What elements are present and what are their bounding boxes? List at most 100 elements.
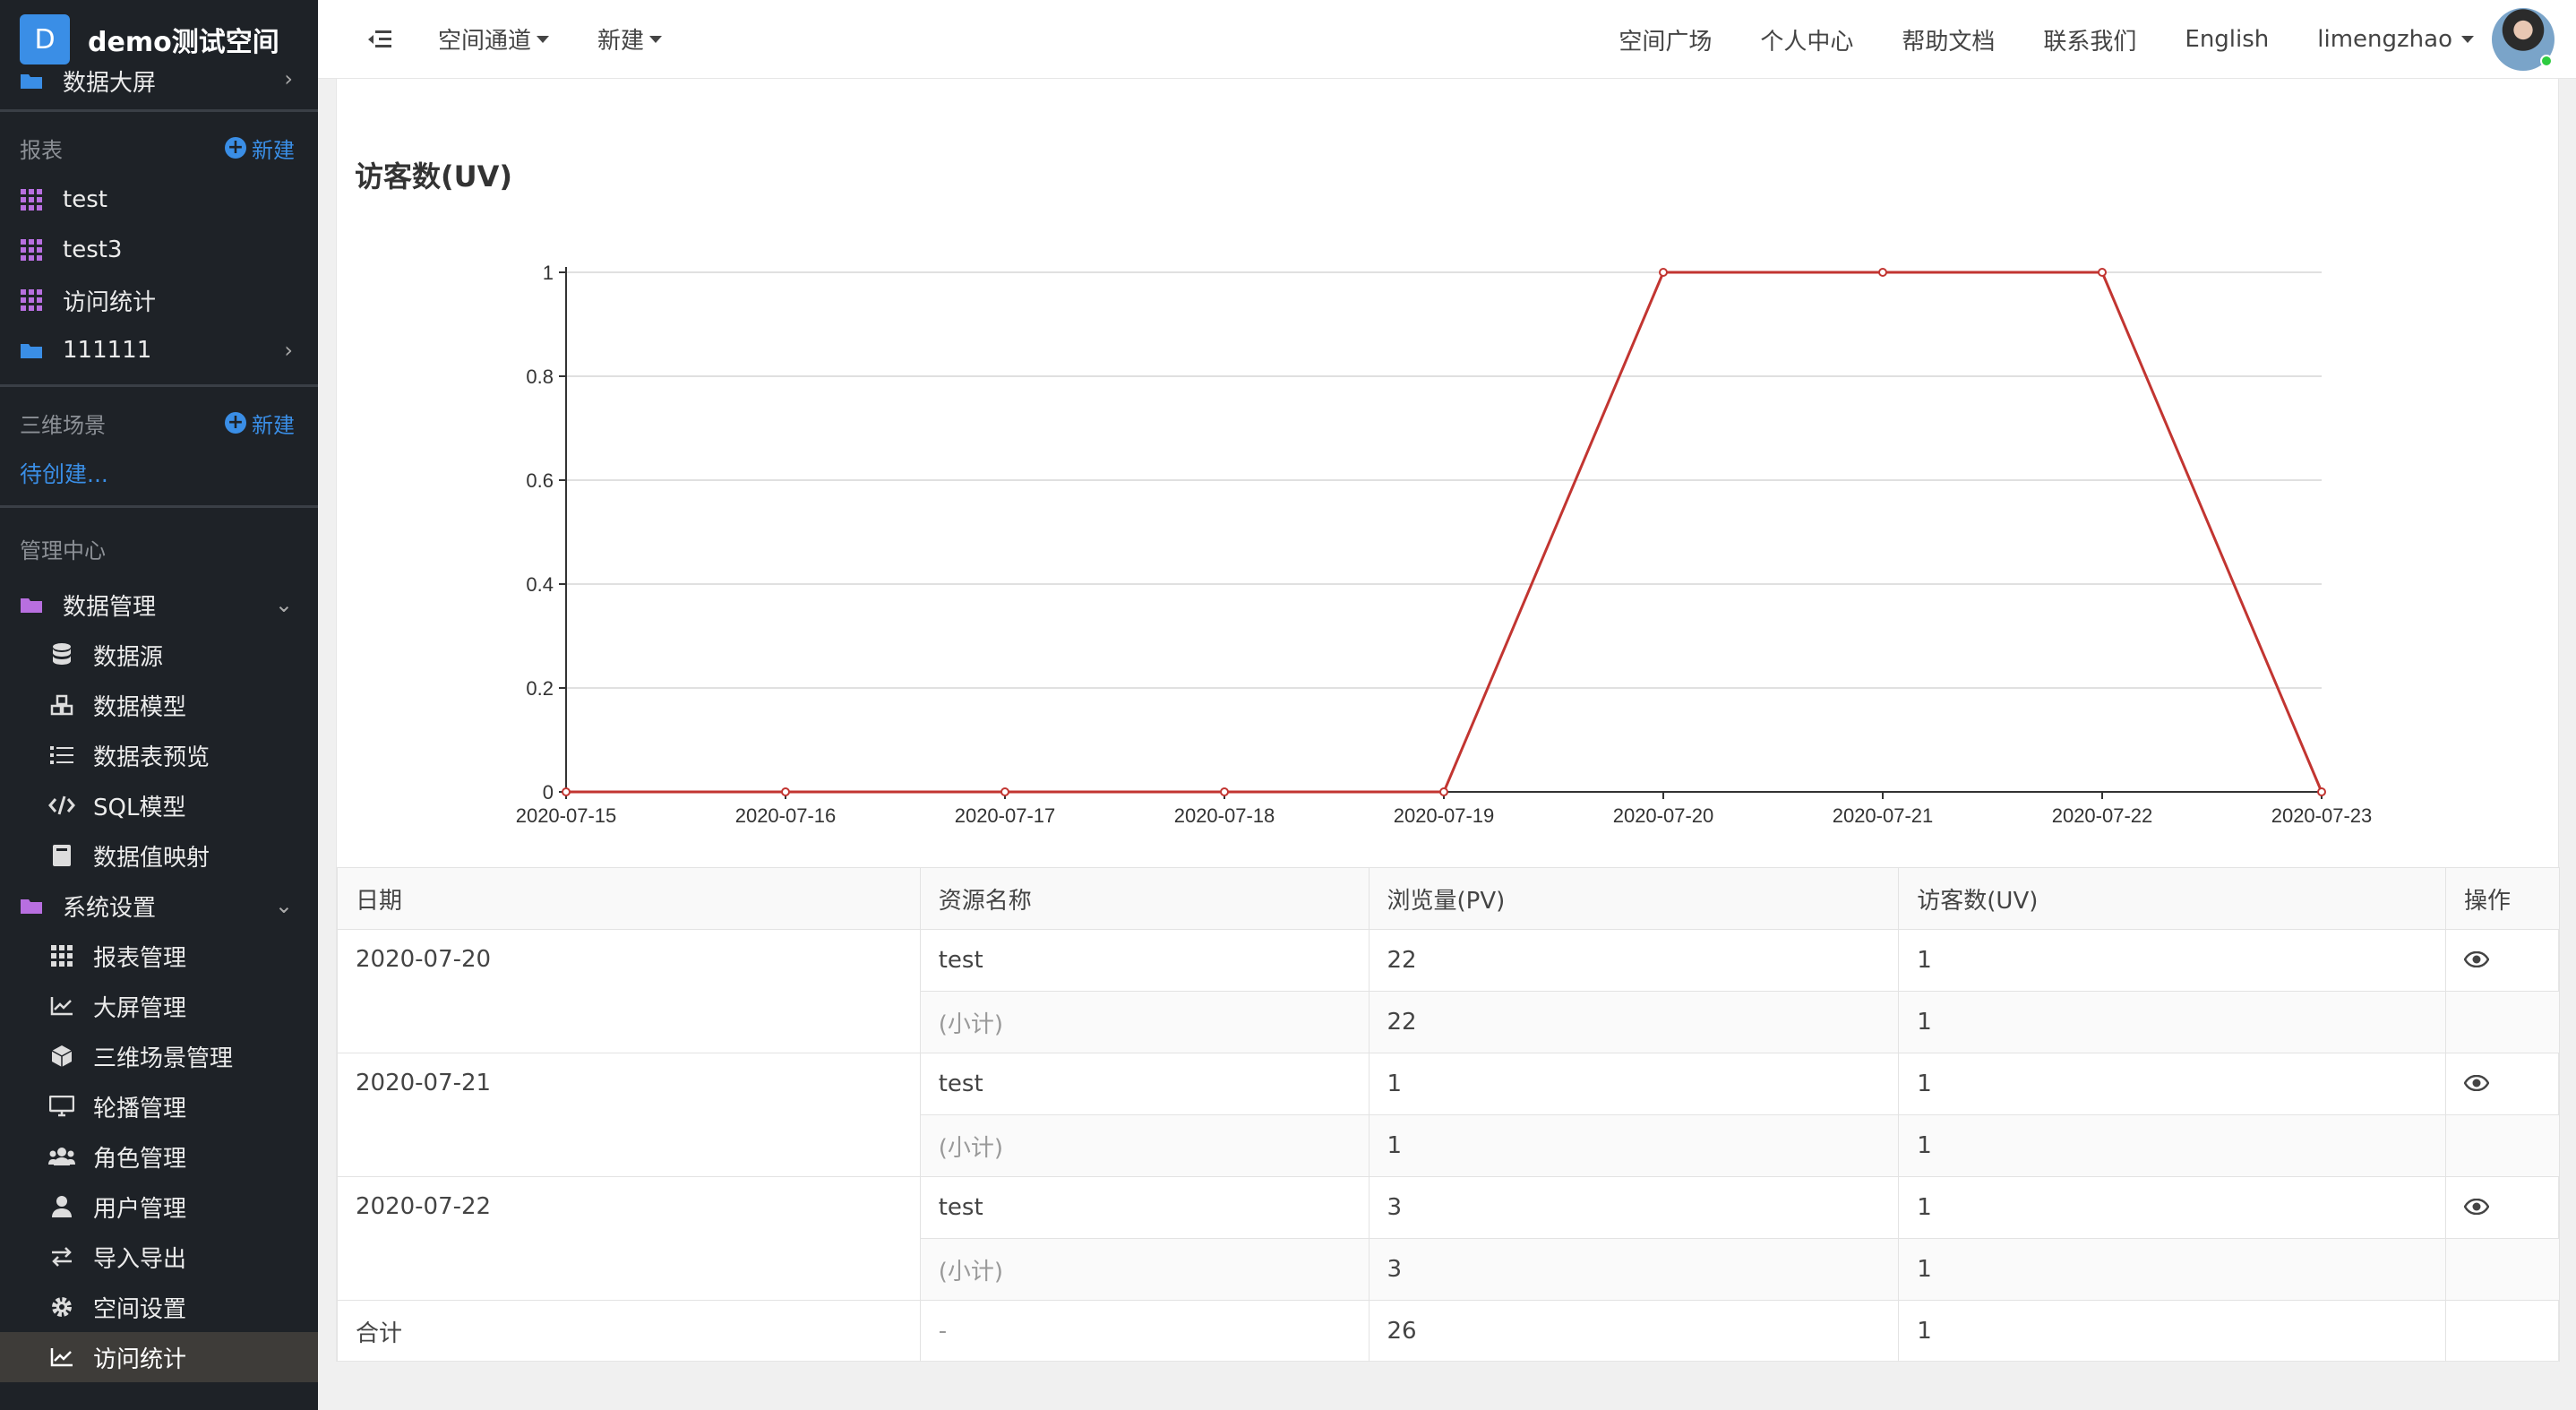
cell-pv: 3	[1368, 1176, 1900, 1239]
sidebar-item-screen-management[interactable]: 大屏管理	[0, 981, 318, 1031]
cell-uv: 1	[1898, 1053, 2446, 1115]
cell-actions	[2445, 991, 2560, 1053]
sidebar-item-value-mapping[interactable]: 数据值映射	[0, 830, 318, 881]
cell-actions	[2445, 1238, 2560, 1301]
cell-actions	[2445, 1176, 2560, 1239]
x-tick-label: 2020-07-23	[2271, 804, 2373, 827]
eye-icon[interactable]	[2463, 1194, 2490, 1216]
sidebar-group-data-management[interactable]: 数据管理 ⌄	[0, 580, 318, 630]
visit-stats-table: 日期 资源名称 浏览量(PV) 访客数(UV) 操作 2020-07-20 te…	[337, 867, 2560, 1363]
sidebar-item-label: 数据源	[93, 643, 164, 671]
data-point	[2317, 787, 2326, 796]
sidebar-item-visit-stats[interactable]: 访问统计	[0, 1332, 318, 1382]
eye-icon[interactable]	[2463, 1070, 2490, 1092]
sidebar-item-report-test3[interactable]: test3	[0, 225, 318, 275]
scene-pending-link[interactable]: 待创建...	[0, 450, 318, 496]
sidebar-item-label: 轮播管理	[93, 1095, 187, 1122]
sidebar-item-scene-management[interactable]: 三维场景管理	[0, 1031, 318, 1081]
chart-title: 访客数(UV)	[355, 159, 513, 193]
sidebar-item-sql-model[interactable]: SQL模型	[0, 780, 318, 830]
grid-icon	[18, 236, 45, 263]
sidebar-item-import-export[interactable]: 导入导出	[0, 1232, 318, 1282]
column-header-date[interactable]: 日期	[337, 867, 921, 930]
sidebar-item-label: 导入导出	[93, 1245, 187, 1273]
cube-icon	[48, 1043, 75, 1070]
data-point	[1878, 268, 1887, 277]
sidebar-item-carousel-management[interactable]: 轮播管理	[0, 1081, 318, 1131]
column-header-pv[interactable]: 浏览量(PV)	[1368, 867, 1900, 930]
y-tick-label: 0.6	[526, 469, 554, 492]
nav-language-english[interactable]: English	[2185, 26, 2269, 53]
sidebar-item-user-management[interactable]: 用户管理	[0, 1182, 318, 1232]
brand-name: demo测试空间	[88, 27, 279, 58]
sidebar-item-label: 数据表预览	[93, 744, 210, 771]
cell-uv: 1	[1898, 1300, 2446, 1363]
nav-personal-center[interactable]: 个人中心	[1760, 23, 1853, 56]
sidebar-item-table-preview[interactable]: 数据表预览	[0, 730, 318, 780]
new-scene-button[interactable]: + 新建	[225, 408, 295, 439]
plus-circle-icon: +	[225, 412, 246, 434]
avatar[interactable]	[2492, 8, 2555, 71]
y-tick-label: 0.8	[526, 365, 554, 388]
username: limengzhao	[2317, 26, 2452, 53]
cell-actions	[2445, 1300, 2560, 1363]
sidebar-item-space-settings[interactable]: 空间设置	[0, 1282, 318, 1332]
new-report-button[interactable]: + 新建	[225, 133, 295, 164]
new-dropdown[interactable]: 新建	[597, 22, 663, 56]
user-icon	[48, 1193, 75, 1220]
eye-icon[interactable]	[2463, 947, 2490, 968]
series-line-test	[566, 271, 2323, 794]
sidebar-item-role-management[interactable]: 角色管理	[0, 1131, 318, 1182]
sidebar-item-label: test	[63, 186, 107, 213]
x-tick-label: 2020-07-19	[1394, 804, 1495, 827]
line-chart-icon	[48, 993, 75, 1019]
user-menu[interactable]: limengzhao	[2317, 26, 2474, 53]
nav-contact-us[interactable]: 联系我们	[2043, 23, 2136, 56]
divider	[0, 505, 318, 508]
divider	[0, 109, 318, 112]
top-navbar: 空间通道 新建 空间广场 个人中心 帮助文档 联系我们 English lime…	[318, 0, 2576, 79]
sidebar-item-label: 空间设置	[93, 1295, 187, 1323]
data-point	[1000, 787, 1009, 796]
cell-actions	[2445, 1114, 2560, 1177]
footer-strip	[318, 1362, 2576, 1410]
cell-actions	[2445, 1053, 2560, 1115]
sidebar-item-report-test[interactable]: test	[0, 175, 318, 225]
code-icon	[48, 792, 75, 819]
x-tick-label: 2020-07-20	[1613, 804, 1714, 827]
uv-line-chart: 0 0.2 0.4 0.6 0.8 1 2020-07-15 2020-07-16 2020-0…	[337, 222, 2560, 921]
sidebar-item-report-management[interactable]: 报表管理	[0, 931, 318, 981]
cell-pv: 22	[1368, 929, 1900, 992]
nav-space-plaza[interactable]: 空间广场	[1619, 23, 1712, 56]
sidebar-item-label: 访问统计	[93, 1346, 187, 1373]
sidebar-item-report-visit-stats[interactable]: 访问统计	[0, 275, 318, 325]
sidebar-item-folder-111111[interactable]: 111111 ›	[0, 325, 318, 375]
cell-pv: 22	[1368, 991, 1900, 1053]
cell-subtotal-label: (小计)	[919, 1238, 1370, 1301]
nav-help-docs[interactable]: 帮助文档	[1902, 23, 1995, 56]
reports-section-header: 报表 + 新建	[0, 121, 318, 175]
sidebar-toggle-icon[interactable]	[368, 29, 391, 50]
sidebar-item-datasource[interactable]: 数据源	[0, 630, 318, 680]
desktop-icon	[48, 1093, 75, 1120]
x-tick-label: 2020-07-15	[516, 804, 617, 827]
column-header-uv[interactable]: 访客数(UV)	[1898, 867, 2446, 930]
divider	[0, 384, 318, 387]
section-title: 三维场景	[20, 412, 106, 438]
section-title: 报表	[20, 137, 63, 163]
table-row-total: 合计 - 26 1	[337, 1300, 2560, 1363]
sidebar-item-data-model[interactable]: 数据模型	[0, 680, 318, 730]
exchange-icon	[48, 1243, 75, 1270]
sidebar-item-data-screen[interactable]: 数据大屏 ›	[0, 61, 318, 100]
cell-pv: 3	[1368, 1238, 1900, 1301]
sidebar-item-label: 系统设置	[63, 894, 157, 922]
cell-resource: test	[919, 929, 1370, 992]
sidebar-group-system-settings[interactable]: 系统设置 ⌄	[0, 881, 318, 931]
plus-circle-icon: +	[225, 137, 246, 159]
sidebar-item-label: 大屏管理	[93, 994, 187, 1022]
x-tick-label: 2020-07-16	[735, 804, 837, 827]
new-label: 新建	[252, 412, 295, 438]
folder-icon	[18, 67, 45, 94]
column-header-resource[interactable]: 资源名称	[919, 867, 1370, 930]
space-channel-dropdown[interactable]: 空间通道	[438, 22, 550, 56]
